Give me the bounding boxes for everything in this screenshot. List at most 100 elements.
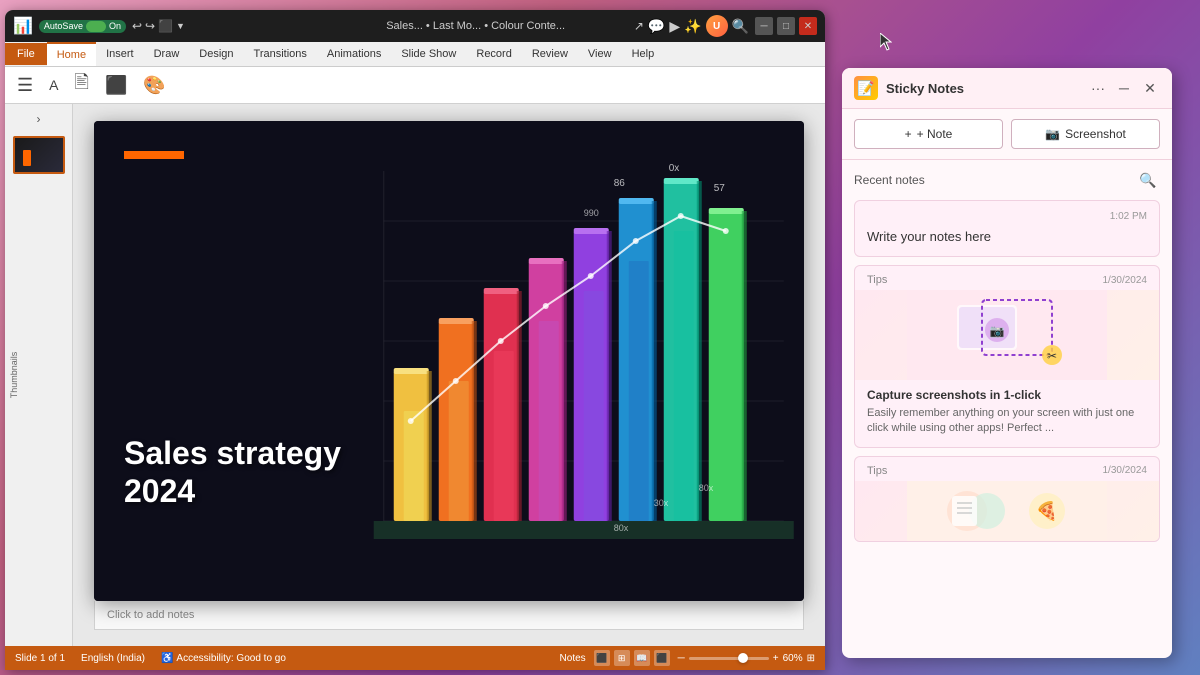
view-normal[interactable]: ⬛ — [594, 650, 610, 666]
close-button[interactable]: ✕ — [799, 17, 817, 35]
slide-title-line1: Sales strategy — [124, 435, 341, 471]
slide-orange-bar — [124, 151, 184, 159]
dropdown-icon[interactable]: ▼ — [176, 21, 185, 31]
minimize-sticky-button[interactable]: ─ — [1114, 78, 1134, 98]
status-language: English (India) — [81, 653, 145, 664]
search-btn[interactable]: 🔍 — [732, 18, 749, 35]
tips-card-2-header: Tips 1/30/2024 — [855, 266, 1159, 290]
tab-animations[interactable]: Animations — [317, 43, 391, 65]
tips-2-timestamp: 1/30/2024 — [1103, 275, 1148, 286]
tips-card-3-header: Tips 1/30/2024 — [855, 457, 1159, 481]
tab-slideshow[interactable]: Slide Show — [391, 43, 466, 65]
tab-help[interactable]: Help — [622, 43, 665, 65]
note-card-2[interactable]: Tips 1/30/2024 ✂ 📷 — [854, 265, 1160, 448]
powerpoint-window: 📊 AutoSave On ↩ ↪ ⬛ ▼ Sales... • Last Mo… — [5, 10, 825, 670]
note-card-3[interactable]: Tips 1/30/2024 🍕 — [854, 456, 1160, 542]
notes-list: 1:02 PM Write your notes here Tips 1/30/… — [842, 196, 1172, 658]
ribbon-tool-icon-2[interactable]: A — [45, 75, 62, 95]
notes-btn[interactable]: Notes — [560, 653, 586, 664]
autosave-toggle[interactable] — [86, 21, 106, 32]
titlebar-left: 📊 AutoSave On ↩ ↪ ⬛ ▼ — [13, 16, 317, 36]
tab-design[interactable]: Design — [189, 43, 243, 65]
view-grid[interactable]: ⊞ — [614, 650, 630, 666]
tips-label-3: Tips — [867, 465, 887, 477]
tab-transitions[interactable]: Transitions — [244, 43, 317, 65]
recent-notes-title: Recent notes — [854, 173, 1136, 187]
thumb-bar-1 — [23, 150, 31, 166]
tips-content-2: Capture screenshots in 1-click Easily re… — [855, 380, 1159, 447]
tab-home[interactable]: Home — [47, 42, 96, 66]
screenshot-label: Screenshot — [1065, 127, 1126, 141]
slide-title-line2: 2024 — [124, 473, 195, 509]
tab-draw[interactable]: Draw — [144, 43, 190, 65]
tab-record[interactable]: Record — [466, 43, 521, 65]
search-notes-button[interactable]: 🔍 — [1136, 168, 1160, 192]
view-book[interactable]: 📖 — [634, 650, 650, 666]
tips-svg-3: 🍕 — [907, 481, 1107, 541]
comments-icon[interactable]: 💬 — [648, 18, 665, 35]
svg-text:0x: 0x — [668, 163, 679, 174]
add-notes-text: Click to add notes — [107, 609, 194, 621]
plus-icon: + — [905, 127, 912, 141]
tab-insert[interactable]: Insert — [96, 43, 144, 65]
close-sticky-button[interactable]: ✕ — [1140, 78, 1160, 98]
maximize-button[interactable]: □ — [777, 17, 795, 35]
ppt-main: › Thumbnails Sales strategy 20 — [5, 104, 825, 646]
zoom-plus-icon[interactable]: + — [773, 653, 779, 664]
autosave-badge[interactable]: AutoSave On — [39, 20, 126, 33]
slide-thumbnail-1[interactable] — [13, 136, 65, 174]
present-icon[interactable]: ▶ — [669, 18, 680, 35]
ribbon-tool-icon-5[interactable]: 🎨 — [139, 73, 169, 98]
view-presenter[interactable]: ⬛ — [654, 650, 670, 666]
slide-canvas[interactable]: Sales strategy 2024 — [94, 121, 804, 601]
share-icon[interactable]: ↗ — [634, 19, 644, 33]
thumbnails-label: Thumbnails — [9, 352, 19, 399]
zoom-minus-icon[interactable]: ─ — [678, 653, 685, 664]
zoom-thumb — [738, 653, 748, 663]
minimize-button[interactable]: ─ — [755, 17, 773, 35]
ribbon-tool-icon-3[interactable]: 🖹 — [70, 68, 92, 102]
zoom-slider[interactable]: ─ + 60% ⊞ — [678, 653, 815, 664]
zoom-level: 60% — [783, 653, 803, 664]
sticky-title-buttons: ··· ─ ✕ — [1088, 78, 1160, 98]
tab-file[interactable]: File — [5, 43, 47, 65]
ribbon-tools: ☰ A 🖹 ⬛ 🎨 — [5, 67, 825, 103]
tab-view[interactable]: View — [578, 43, 622, 65]
slide-title: Sales strategy 2024 — [124, 434, 341, 511]
screenshot-button[interactable]: 📷 Screenshot — [1011, 119, 1160, 149]
sticky-titlebar: 📝 Sticky Notes ··· ─ ✕ — [842, 68, 1172, 109]
note-card-1-header: 1:02 PM — [867, 211, 1147, 222]
new-note-button[interactable]: + + Note — [854, 119, 1003, 149]
add-notes-bar[interactable]: Click to add notes — [94, 601, 804, 630]
collapse-thumbnails-btn[interactable]: › — [33, 108, 45, 130]
svg-text:80x: 80x — [698, 483, 713, 493]
tips-label-2: Tips — [867, 274, 887, 286]
tips-svg-2: ✂ 📷 — [907, 290, 1107, 380]
svg-text:80x: 80x — [613, 523, 628, 533]
user-avatar[interactable]: U — [706, 15, 728, 37]
screenshot-icon: 📷 — [1045, 127, 1060, 141]
more-options-button[interactable]: ··· — [1088, 78, 1108, 98]
undo-icon[interactable]: ↩ — [132, 19, 142, 33]
ribbon-tool-icon-1[interactable]: ☰ — [13, 73, 37, 98]
tips-image-3: 🍕 — [855, 481, 1159, 541]
ribbon-tool-icon-4[interactable]: ⬛ — [101, 73, 131, 98]
sticky-actions: + + Note 📷 Screenshot — [842, 109, 1172, 160]
tab-review[interactable]: Review — [522, 43, 578, 65]
quick-access-icon[interactable]: ⬛ — [158, 19, 173, 33]
note-card-1[interactable]: 1:02 PM Write your notes here — [854, 200, 1160, 257]
slide-canvas-area[interactable]: Sales strategy 2024 — [73, 104, 825, 646]
svg-text:✂: ✂ — [1047, 349, 1057, 363]
tips-title-2: Capture screenshots in 1-click — [867, 388, 1147, 402]
status-right: Notes ⬛ ⊞ 📖 ⬛ ─ + 60% ⊞ — [560, 650, 815, 666]
tips-3-timestamp: 1/30/2024 — [1103, 465, 1148, 476]
status-accessibility[interactable]: ♿ Accessibility: Good to go — [161, 653, 286, 664]
redo-icon[interactable]: ↪ — [145, 19, 155, 33]
fit-icon[interactable]: ⊞ — [807, 653, 815, 664]
thumbnail-inner — [15, 138, 63, 172]
window-title: Sales... • Last Mo... • Colour Conte... — [323, 20, 627, 32]
slide-text-area: Sales strategy 2024 — [124, 434, 341, 511]
designer-icon[interactable]: ✨ — [684, 18, 701, 35]
slide-chart-area: 57 0x 86 30x 80x 990 80x — [343, 121, 805, 601]
zoom-track[interactable] — [689, 657, 769, 660]
